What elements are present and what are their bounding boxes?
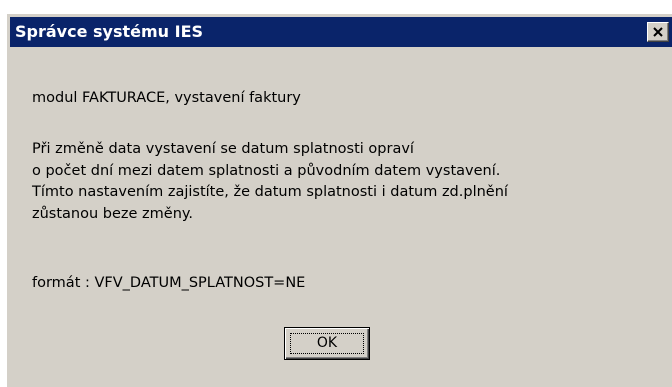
description-block: Při změně data vystavení se datum splatn… [32,139,508,225]
description-line: Při změně data vystavení se datum splatn… [32,141,414,157]
description-line: zůstanou beze změny. [32,205,194,222]
dialog-title: Správce systému IES [15,22,204,41]
module-line: modul FAKTURACE, vystavení faktury [32,90,301,106]
format-line: formát : VFV_DATUM_SPLATNOST=NE [32,275,306,291]
close-icon [653,27,663,37]
close-button[interactable] [647,22,669,42]
ok-button[interactable]: OK [284,327,370,360]
ok-button-label: OK [316,335,338,351]
dialog-window: Správce systému IES modul FAKTURACE, vys… [6,13,672,387]
description-line: Tímto nastavením zajistíte, že datum spl… [32,184,508,200]
title-bar[interactable]: Správce systému IES [10,17,672,47]
description-line: o počet dní mezi datem splatnosti a půvo… [32,162,501,179]
